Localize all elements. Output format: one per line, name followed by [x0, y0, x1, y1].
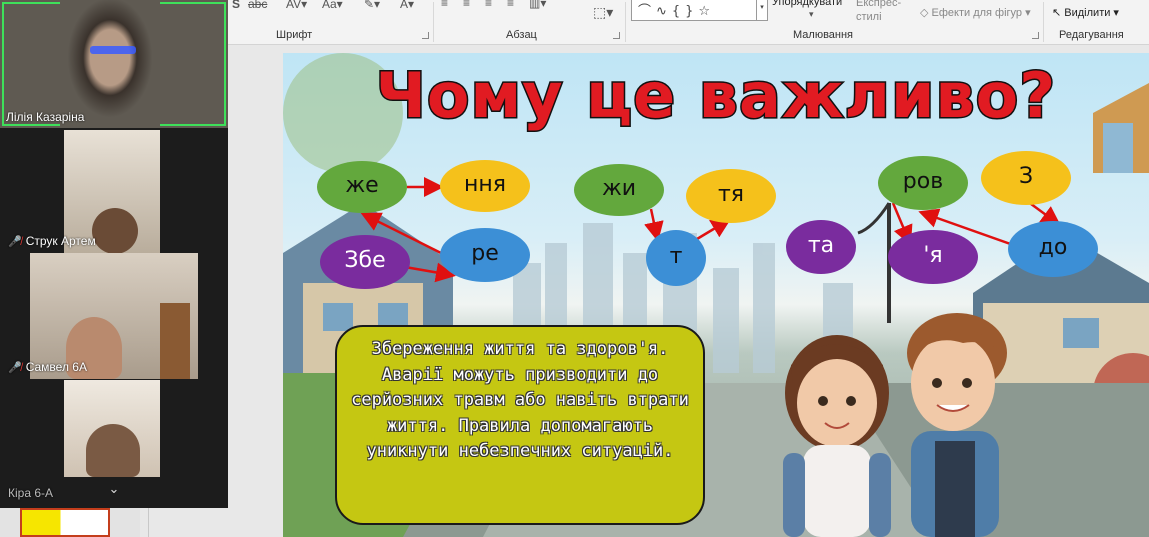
quick-styles-button[interactable]: Експрес-стилі — [856, 0, 904, 24]
info-text-box: Збереження життя та здоров'я. Аварії мож… — [335, 325, 705, 525]
pane-divider[interactable] — [148, 508, 149, 537]
info-text: Збереження життя та здоров'я. Аварії мож… — [351, 339, 689, 461]
select-label: Виділити — [1064, 7, 1111, 19]
drawing-launcher-icon[interactable] — [1032, 32, 1039, 39]
arrange-button[interactable]: Упорядкувати — [772, 0, 842, 8]
ribbon: S abc AV▾ Aa▾ ✎▾ A▾ Шрифт ≡ ≡ ≡ ≡ ▥▾ ⬚▾ … — [228, 0, 1149, 45]
slide-canvas[interactable]: Чому це важливо? же ння Збе ре жи тя т т… — [283, 53, 1149, 537]
video-panel: Лілія Казаріна 🎤̸ Струк Артем 🎤̸ Самвел 6А… — [0, 0, 228, 508]
strikethrough-icon[interactable]: S — [232, 0, 240, 11]
girl-figure — [783, 335, 891, 537]
font-group-label: Шрифт — [276, 29, 313, 41]
participant-label-2[interactable]: 🎤̸ Струк Артем — [8, 234, 96, 248]
select-button[interactable]: ↖ Виділити ▾ — [1052, 6, 1119, 19]
columns-icon[interactable]: ▥▾ — [529, 0, 546, 10]
cursor-icon: ↖ — [1052, 7, 1065, 19]
participant-name: Лілія Казаріна — [6, 110, 85, 124]
boy-figure — [907, 313, 1007, 537]
mic-off-icon: 🎤̸ — [8, 362, 22, 374]
participant-label-4[interactable]: Кіра 6-А — [8, 486, 53, 500]
paragraph-group-label: Абзац — [506, 29, 537, 41]
paragraph-launcher-icon[interactable] — [613, 32, 620, 39]
strike-button[interactable]: abc — [248, 0, 267, 11]
shapes-gallery[interactable]: ⌒∿{}☆ — [631, 0, 757, 21]
font-color-icon[interactable]: A▾ — [400, 0, 414, 11]
glasses-glare — [90, 46, 136, 54]
smartart-icon[interactable]: ⬚▾ — [593, 4, 613, 21]
participant-tile-1[interactable]: Лілія Казаріна — [0, 0, 228, 128]
align-right-icon[interactable]: ≡ — [485, 0, 492, 10]
gallery-more-icon[interactable]: ▾ — [757, 0, 768, 21]
highlight-icon[interactable]: ✎▾ — [364, 0, 380, 11]
font-launcher-icon[interactable] — [422, 32, 429, 39]
shape-effects-icon: ◇ — [920, 7, 932, 19]
participant-video-1 — [60, 0, 160, 128]
align-center-icon[interactable]: ≡ — [463, 0, 470, 10]
screen: S abc AV▾ Aa▾ ✎▾ A▾ Шрифт ≡ ≡ ≡ ≡ ▥▾ ⬚▾ … — [0, 0, 1149, 537]
char-spacing-icon[interactable]: AV▾ — [286, 0, 307, 11]
justify-icon[interactable]: ≡ — [507, 0, 514, 10]
change-case-icon[interactable]: Aa▾ — [322, 0, 343, 11]
shape-effects-label: Ефекти для фігур — [931, 7, 1023, 19]
align-left-icon[interactable]: ≡ — [441, 0, 448, 10]
shape-effects-button[interactable]: ◇ Ефекти для фігур ▾ — [920, 6, 1031, 19]
editing-group-label: Редагування — [1059, 29, 1124, 41]
arrange-dropdown-icon[interactable]: ▾ — [809, 9, 814, 20]
mic-off-icon: 🎤̸ — [8, 236, 22, 248]
drawing-group-label: Малювання — [793, 29, 854, 41]
chevron-down-icon[interactable]: ⌄ — [104, 482, 124, 498]
slide-thumbnail[interactable] — [20, 508, 110, 537]
participant-video-4 — [64, 380, 160, 477]
participant-label-3[interactable]: 🎤̸ Самвел 6А — [8, 360, 87, 374]
